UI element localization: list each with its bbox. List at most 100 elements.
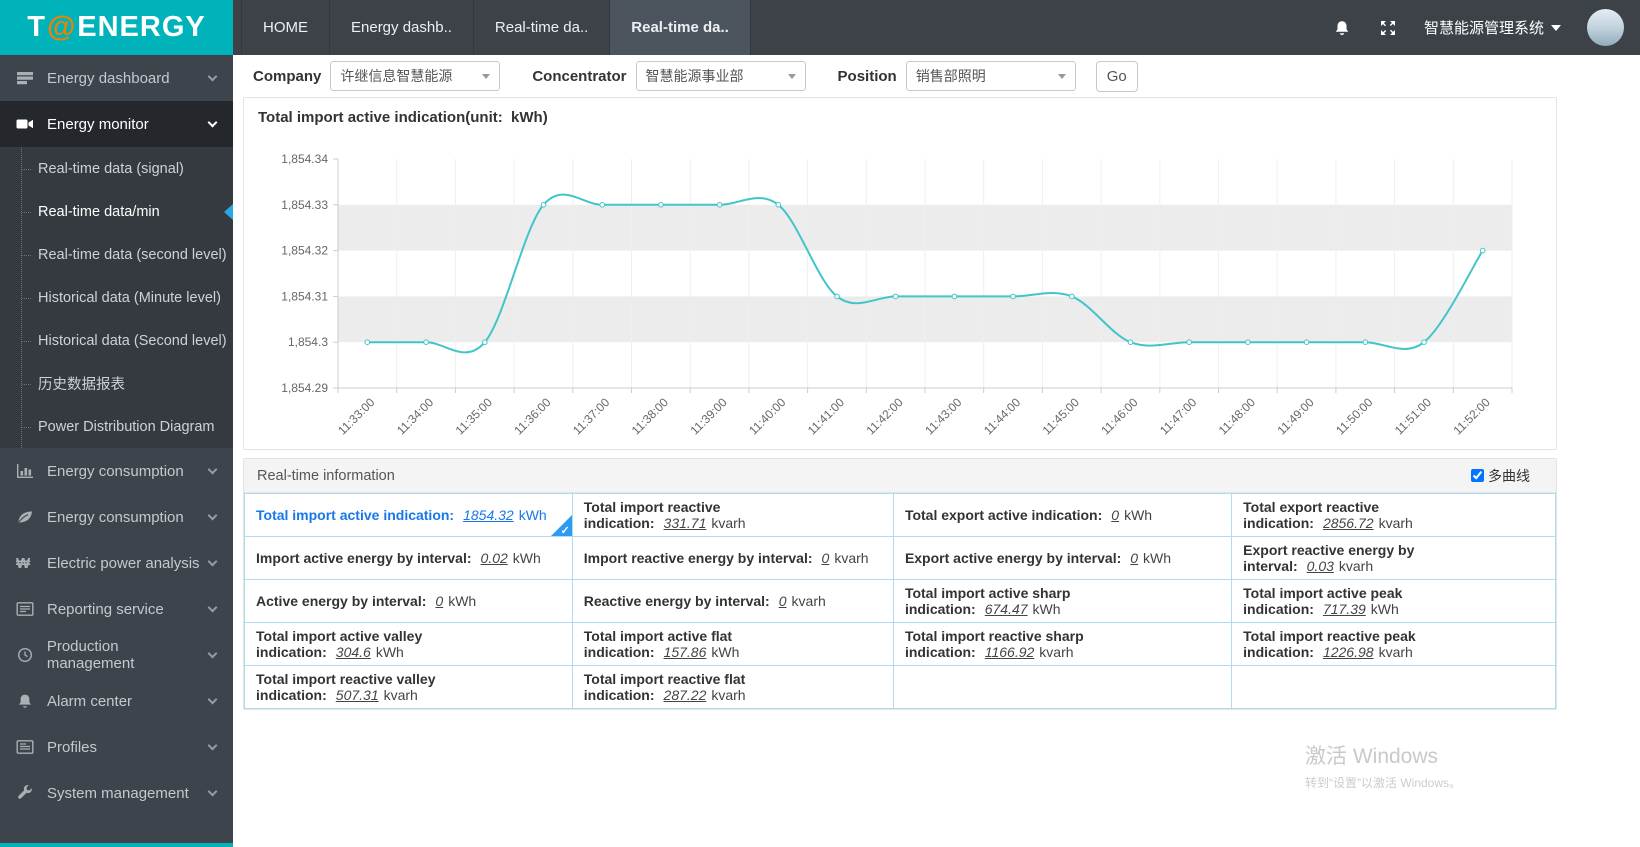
info-cell[interactable]: Reactive energy by interval: 0 kvarh	[571, 579, 894, 623]
top-nav: HOME Energy dashb.. Real-time da.. Real-…	[233, 0, 751, 55]
notification-bell-icon[interactable]	[1332, 18, 1352, 38]
sidebar-item-label: Profiles	[47, 738, 98, 756]
info-cell[interactable]: Total import reactive sharp indication: 1…	[892, 622, 1233, 666]
sidebar-item-profiles[interactable]: Profiles	[0, 724, 233, 770]
watermark-line1: 激活 Windows	[1305, 745, 1439, 768]
info-cell-value: 1166.92	[984, 644, 1035, 660]
document-icon	[16, 739, 36, 755]
info-cell[interactable]: Export reactive energy by interval: 0.03 k…	[1231, 536, 1556, 580]
watermark-line2: 转到“设置”以激活 Windows。	[1305, 776, 1462, 790]
chevron-down-icon	[207, 648, 218, 658]
info-cell-label: Active energy by interval:	[256, 593, 427, 609]
info-cell[interactable]: Import active energy by interval: 0.02 kWh	[244, 536, 573, 580]
check-icon: ✓	[560, 525, 570, 537]
position-select[interactable]: 销售部照明	[905, 61, 1076, 91]
sidebar-item-reporting-service[interactable]: Reporting service	[0, 586, 233, 632]
info-cell[interactable]: Total import reactive indication: 331.71 k…	[571, 493, 894, 537]
info-cell[interactable]: Total import active flat indication: 157.…	[571, 622, 894, 666]
info-cell[interactable]: Total export reactive indication: 2856.72…	[1231, 493, 1556, 537]
table-row: Total import active indication: 1854.32 kW…	[244, 493, 1556, 537]
sidebar-item-system-management[interactable]: System management	[0, 770, 233, 816]
info-cell-unit: kWh	[512, 550, 541, 566]
sidebar-subitem-realtime-data-second[interactable]: Real-time data (second level)	[0, 233, 233, 276]
info-cell-unit: kvarh	[383, 687, 418, 703]
sidebar-subitem-historical-minute[interactable]: Historical data (Minute level)	[0, 276, 233, 319]
tab-realtime-data-2[interactable]: Real-time da..	[609, 0, 751, 55]
chart-canvas[interactable]: 1,854.29 1,854.3 1,854.31 1,854.32 1,854.33 1…	[244, 127, 1556, 449]
info-cell[interactable]: Total import active peak indication: 717.…	[1231, 579, 1556, 623]
info-cell[interactable]: Total import reactive valley indication:…	[244, 665, 573, 709]
info-cell-unit: kvarh	[1378, 515, 1413, 531]
tab-home[interactable]: HOME	[241, 0, 329, 55]
svg-text:1,854.32: 1,854.32	[281, 244, 328, 258]
info-cell[interactable]: Total import active sharp indication: 674…	[892, 579, 1233, 623]
multi-curve-label: 多曲线	[1488, 467, 1530, 484]
info-cell[interactable]: Import reactive energy by interval: 0 kvar…	[571, 536, 894, 580]
sidebar-subitem-realtime-data-signal[interactable]: Real-time data (signal)	[0, 147, 233, 190]
info-cell-unit: kWh	[1143, 550, 1172, 566]
top-header: T @ ENERGY HOME Energy dashb.. Real-time d…	[0, 0, 1640, 55]
company-select-value: 许继信息智慧能源	[340, 68, 453, 84]
info-cell-unit: kvarh	[1039, 644, 1074, 660]
chart-panel: Total import active indication(unit: kWh…	[243, 97, 1557, 450]
sidebar-item-label: System management	[47, 784, 189, 802]
info-cell[interactable]: Total import active indication: 1854.32 kW…	[244, 493, 573, 537]
logo-text-t: T	[27, 11, 46, 43]
chevron-down-icon	[207, 602, 218, 612]
info-cell-unit: kWh	[1032, 601, 1061, 617]
sidebar-subitem-historical-second[interactable]: Historical data (Second level)	[0, 319, 233, 362]
info-cell[interactable]: Export active energy by interval: 0 kWh	[892, 536, 1233, 580]
chevron-down-icon	[1057, 73, 1066, 79]
tab-realtime-data-1[interactable]: Real-time da..	[472, 0, 609, 55]
sidebar-item-label: Energy consumption	[47, 462, 184, 480]
system-title-label: 智慧能源管理系统	[1423, 20, 1544, 37]
sidebar-item-production-management[interactable]: Production management	[0, 632, 233, 678]
sidebar-subitem-realtime-data-min[interactable]: Real-time data/min	[0, 190, 233, 233]
sidebar-item-energy-dashboard[interactable]: Energy dashboard	[0, 55, 233, 101]
sidebar-item-energy-consumption-2[interactable]: Energy consumption	[0, 494, 233, 540]
info-cell-unit: kvarh	[834, 550, 869, 566]
concentrator-select[interactable]: 智慧能源事业部	[635, 61, 806, 91]
sidebar-item-electric-power-analysis[interactable]: ₩ Electric power analysis	[0, 540, 233, 586]
fullscreen-icon[interactable]	[1378, 18, 1398, 38]
info-cell-value: 1854.32	[463, 507, 514, 523]
svg-text:11:41:00: 11:41:00	[805, 395, 848, 438]
info-cell-value: 717.39	[1322, 601, 1366, 617]
info-cell-unit: kWh	[1124, 507, 1153, 523]
logo: T @ ENERGY	[0, 0, 233, 55]
info-cell[interactable]: Total export active indication: 0 kWh	[892, 493, 1233, 537]
tab-energy-dashboard[interactable]: Energy dashb..	[329, 0, 473, 55]
info-cell-value: 1226.98	[1322, 644, 1374, 660]
info-cell-unit: kvarh	[791, 593, 826, 609]
energy-monitor-submenu: Real-time data (signal) Real-time data/m…	[0, 147, 233, 448]
sidebar-item-alarm-center[interactable]: Alarm center	[0, 678, 233, 724]
sidebar-subitem-power-distribution-diagram[interactable]: Power Distribution Diagram	[0, 405, 233, 448]
sidebar-subitem-history-report[interactable]: 历史数据报表	[0, 362, 233, 405]
sidebar-item-label: Energy monitor	[47, 115, 149, 133]
multi-curve-toggle[interactable]: 多曲线	[1471, 466, 1530, 486]
info-cell-value: 507.31	[335, 687, 379, 703]
info-cell[interactable]: Total import active valley indication: 30…	[244, 622, 573, 666]
info-cell[interactable]: Total import reactive flat indication: 28…	[571, 665, 894, 709]
svg-text:11:44:00: 11:44:00	[981, 395, 1024, 438]
sidebar-item-label: Production management	[46, 638, 135, 672]
won-icon: ₩	[16, 554, 31, 572]
info-cell-empty	[1231, 665, 1556, 709]
system-title-dropdown[interactable]: 智慧能源管理系统	[1424, 17, 1561, 38]
multi-curve-checkbox[interactable]	[1471, 469, 1484, 482]
user-avatar[interactable]	[1587, 9, 1624, 46]
go-button[interactable]: Go	[1095, 60, 1138, 92]
info-cell[interactable]: Total import reactive peak indication: 12…	[1231, 622, 1556, 666]
content-area: Total import active indication(unit: kWh…	[233, 97, 1640, 710]
sidebar-item-energy-monitor[interactable]: Energy monitor	[0, 101, 233, 147]
realtime-info-header: Real-time information 多曲线	[244, 459, 1556, 493]
svg-text:11:42:00: 11:42:00	[863, 395, 906, 438]
svg-text:11:43:00: 11:43:00	[922, 395, 965, 438]
sidebar-item-energy-consumption-1[interactable]: Energy consumption	[0, 448, 233, 494]
concentrator-label: Concentrator	[532, 67, 627, 85]
concentrator-select-value: 智慧能源事业部	[645, 68, 744, 84]
svg-text:11:36:00: 11:36:00	[511, 395, 554, 438]
info-cell[interactable]: Active energy by interval: 0 kWh	[244, 579, 573, 623]
info-cell-value: 0	[435, 593, 444, 609]
company-select[interactable]: 许继信息智慧能源	[330, 61, 501, 91]
